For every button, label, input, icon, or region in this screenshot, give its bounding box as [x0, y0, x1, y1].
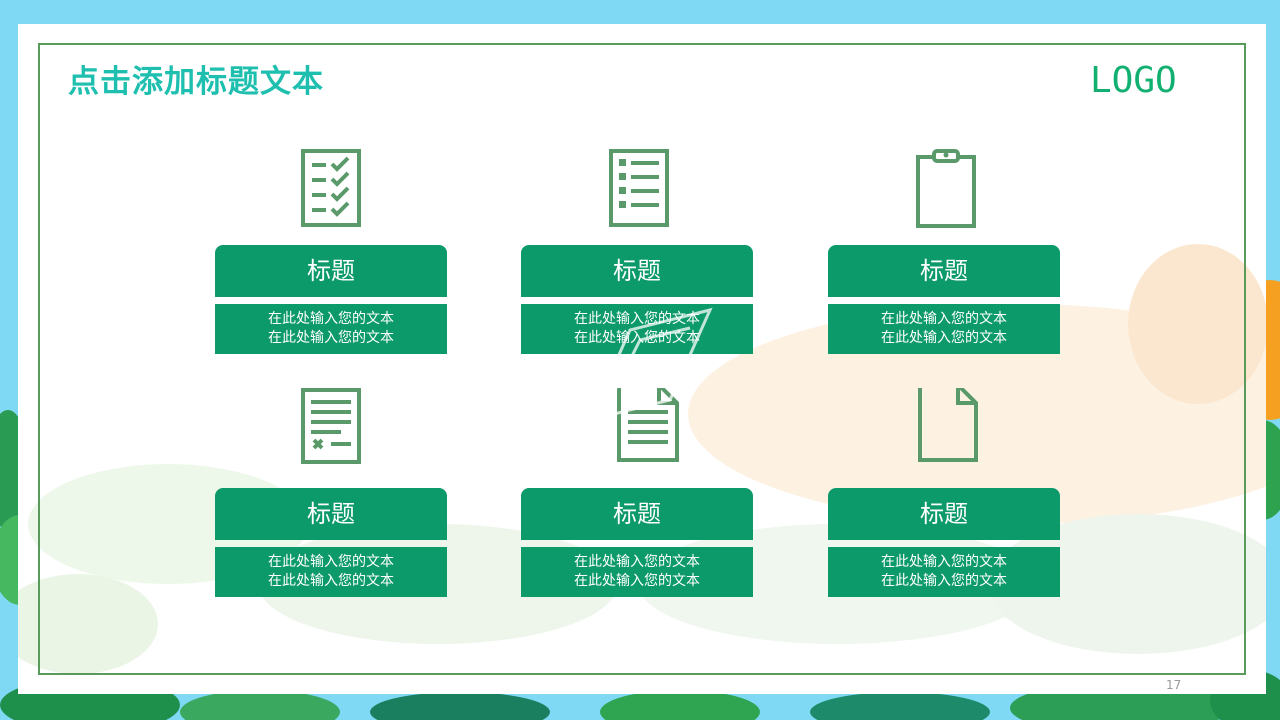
- form-cancel-icon: [301, 388, 361, 464]
- card-title: 标题: [828, 245, 1060, 297]
- card-text-line: 在此处输入您的文本: [881, 573, 1007, 589]
- card-text: 在此处输入您的文本 在此处输入您的文本: [521, 547, 753, 597]
- feature-card[interactable]: 标题 在此处输入您的文本 在此处输入您的文本: [828, 145, 1068, 405]
- card-text-line: 在此处输入您的文本: [881, 554, 1007, 570]
- card-text-line: 在此处输入您的文本: [881, 311, 1007, 327]
- card-text-line: 在此处输入您的文本: [574, 554, 700, 570]
- feature-card[interactable]: 标题 在此处输入您的文本 在此处输入您的文本: [215, 388, 455, 648]
- card-title: 标题: [521, 488, 753, 540]
- card-text-line: 在此处输入您的文本: [268, 554, 394, 570]
- card-title: 标题: [215, 488, 447, 540]
- feature-card[interactable]: 标题 在此处输入您的文本 在此处输入您的文本: [215, 145, 455, 405]
- card-text-line: 在此处输入您的文本: [268, 330, 394, 346]
- card-text: 在此处输入您的文本 在此处输入您的文本: [828, 304, 1060, 354]
- clipboard-icon: [916, 149, 976, 228]
- card-title: 标题: [828, 488, 1060, 540]
- blank-document-icon: [918, 388, 978, 462]
- card-text: 在此处输入您的文本 在此处输入您的文本: [828, 547, 1060, 597]
- card-text-line: 在此处输入您的文本: [268, 311, 394, 327]
- card-text-line: 在此处输入您的文本: [881, 330, 1007, 346]
- card-title: 标题: [215, 245, 447, 297]
- checklist-icon: [301, 149, 361, 227]
- logo-placeholder: LOGO: [1090, 60, 1177, 101]
- slide-title[interactable]: 点击添加标题文本: [68, 56, 324, 101]
- card-text: 在此处输入您的文本 在此处输入您的文本: [215, 304, 447, 354]
- watermark-logo: [587, 307, 713, 423]
- card-text: 在此处输入您的文本 在此处输入您的文本: [215, 547, 447, 597]
- card-text-line: 在此处输入您的文本: [268, 573, 394, 589]
- page-number: 17: [1166, 678, 1182, 692]
- feature-card[interactable]: 标题 在此处输入您的文本 在此处输入您的文本: [828, 388, 1068, 648]
- bullet-list-icon: [609, 149, 669, 227]
- card-text-line: 在此处输入您的文本: [574, 573, 700, 589]
